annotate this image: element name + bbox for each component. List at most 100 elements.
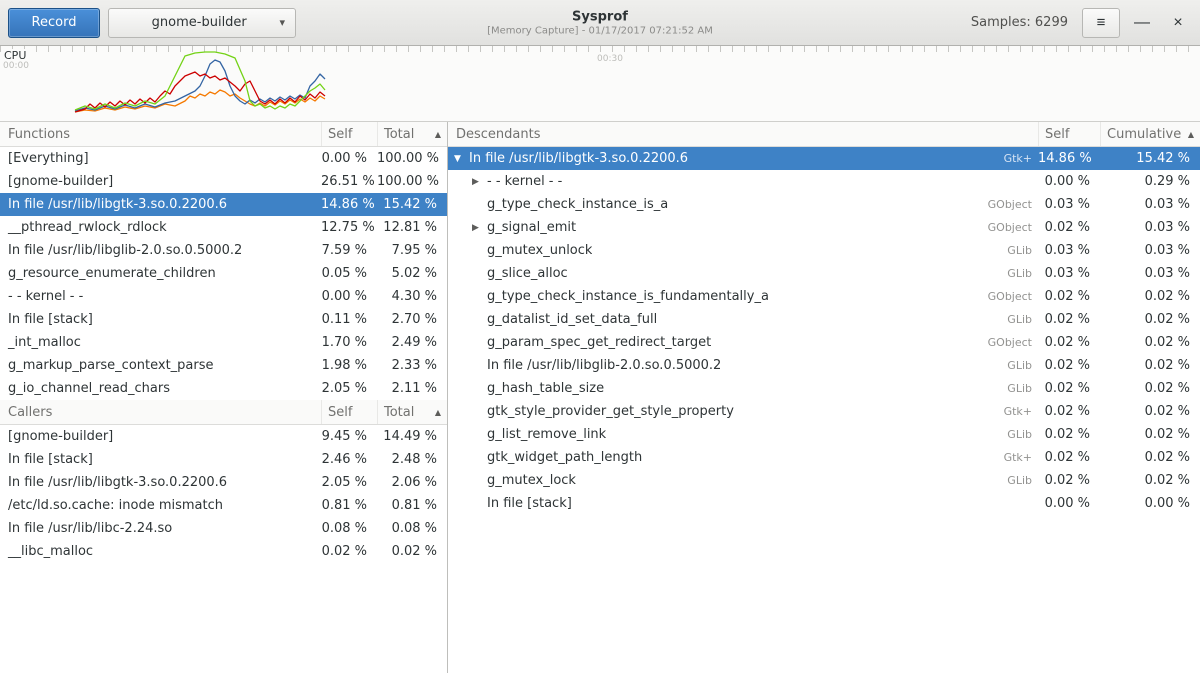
total-percent: 0.81 % (377, 498, 447, 513)
self-percent: 0.03 % (1038, 266, 1100, 281)
descendants-column-header[interactable]: Descendants (448, 122, 964, 146)
total-percent: 0.02 % (1100, 381, 1200, 396)
left-pane: Functions Self Total ▲ [Everything]0.00 … (0, 122, 448, 673)
table-row[interactable]: g_type_check_instance_is_fundamentally_a… (448, 285, 1200, 308)
self-percent: 0.00 % (321, 151, 377, 166)
window-subtitle: [Memory Capture] - 01/17/2017 07:21:52 A… (487, 25, 713, 36)
library-badge: Gtk+ (964, 152, 1038, 165)
process-selector[interactable]: gnome-builder ▾ (108, 8, 296, 38)
table-row[interactable]: ▼In file /usr/lib/libgtk-3.so.0.2200.6Gt… (448, 147, 1200, 170)
window-title: Sysprof (487, 9, 713, 24)
table-row[interactable]: In file [stack]2.46 %2.48 % (0, 448, 447, 471)
self-percent: 0.02 % (1038, 450, 1100, 465)
self-percent: 0.08 % (321, 521, 377, 536)
total-percent: 2.33 % (377, 358, 447, 373)
cpu-graph[interactable]: CPU 00:00 00:30 (0, 46, 1200, 122)
collapse-icon[interactable]: ▼ (454, 154, 469, 164)
table-row[interactable]: g_io_channel_read_chars2.05 %2.11 % (0, 377, 447, 400)
headerbar-title-area: Sysprof [Memory Capture] - 01/17/2017 07… (487, 9, 713, 36)
process-selector-label: gnome-builder (119, 15, 279, 30)
callers-column-header[interactable]: Callers (0, 400, 321, 424)
table-row[interactable]: [Everything]0.00 %100.00 % (0, 147, 447, 170)
table-row[interactable]: g_type_check_instance_is_aGObject0.03 %0… (448, 193, 1200, 216)
table-row[interactable]: In file /usr/lib/libgtk-3.so.0.2200.62.0… (0, 471, 447, 494)
function-name: In file [stack] (0, 452, 321, 467)
function-name: g_list_remove_link (487, 427, 606, 442)
function-name: In file /usr/lib/libglib-2.0.so.0.5000.2 (487, 358, 721, 373)
table-row[interactable]: [gnome-builder]9.45 %14.49 % (0, 425, 447, 448)
descendant-name-cell: ▶g_signal_emit (448, 220, 964, 235)
table-row[interactable]: In file /usr/lib/libgtk-3.so.0.2200.614.… (0, 193, 447, 216)
self-percent: 0.03 % (1038, 197, 1100, 212)
callers-total-column-label: Total (384, 405, 414, 420)
table-row[interactable]: g_param_spec_get_redirect_targetGObject0… (448, 331, 1200, 354)
total-percent: 0.02 % (377, 544, 447, 559)
total-percent: 0.02 % (1100, 427, 1200, 442)
table-row[interactable]: g_resource_enumerate_children0.05 %5.02 … (0, 262, 447, 285)
minimize-icon: — (1134, 14, 1150, 31)
table-row[interactable]: In file [stack]0.11 %2.70 % (0, 308, 447, 331)
self-percent: 2.05 % (321, 475, 377, 490)
self-percent: 1.70 % (321, 335, 377, 350)
right-pane-empty-area (448, 515, 1200, 673)
function-name: In file /usr/lib/libgtk-3.so.0.2200.6 (0, 197, 321, 212)
function-name: In file /usr/lib/libgtk-3.so.0.2200.6 (0, 475, 321, 490)
self-percent: 0.05 % (321, 266, 377, 281)
table-row[interactable]: gtk_style_provider_get_style_propertyGtk… (448, 400, 1200, 423)
function-name: gtk_widget_path_length (487, 450, 642, 465)
self-percent: 0.02 % (1038, 220, 1100, 235)
expand-icon[interactable]: ▶ (472, 223, 487, 233)
function-name: [gnome-builder] (0, 429, 321, 444)
function-name: In file [stack] (487, 496, 572, 511)
functions-total-column-header[interactable]: Total ▲ (377, 122, 447, 146)
headerbar-right: Samples: 6299 ≡ — × (971, 8, 1192, 38)
table-row[interactable]: - - kernel - -0.00 %4.30 % (0, 285, 447, 308)
descendants-category-column-header (964, 122, 1038, 146)
callers-self-column-header[interactable]: Self (321, 400, 377, 424)
table-row[interactable]: _int_malloc1.70 %2.49 % (0, 331, 447, 354)
menu-button[interactable]: ≡ (1082, 8, 1120, 38)
self-percent: 1.98 % (321, 358, 377, 373)
function-name: g_signal_emit (487, 220, 576, 235)
table-row[interactable]: g_hash_table_sizeGLib0.02 %0.02 % (448, 377, 1200, 400)
descendants-self-column-header[interactable]: Self (1038, 122, 1100, 146)
table-row[interactable]: /etc/ld.so.cache: inode mismatch0.81 %0.… (0, 494, 447, 517)
total-percent: 0.02 % (1100, 358, 1200, 373)
table-row[interactable]: g_markup_parse_context_parse1.98 %2.33 % (0, 354, 447, 377)
table-row[interactable]: In file /usr/lib/libglib-2.0.so.0.5000.2… (0, 239, 447, 262)
record-button[interactable]: Record (8, 8, 100, 38)
close-button[interactable]: × (1164, 9, 1192, 37)
table-row[interactable]: [gnome-builder]26.51 %100.00 % (0, 170, 447, 193)
table-row[interactable]: g_datalist_id_set_data_fullGLib0.02 %0.0… (448, 308, 1200, 331)
table-row[interactable]: g_mutex_lockGLib0.02 %0.02 % (448, 469, 1200, 492)
table-row[interactable]: g_mutex_unlockGLib0.03 %0.03 % (448, 239, 1200, 262)
descendant-name-cell: g_param_spec_get_redirect_target (448, 335, 964, 350)
table-row[interactable]: __libc_malloc0.02 %0.02 % (0, 540, 447, 563)
sort-indicator-icon: ▲ (435, 130, 441, 139)
table-row[interactable]: g_slice_allocGLib0.03 %0.03 % (448, 262, 1200, 285)
self-percent: 0.02 % (1038, 358, 1100, 373)
function-name: _int_malloc (0, 335, 321, 350)
table-row[interactable]: In file /usr/lib/libglib-2.0.so.0.5000.2… (448, 354, 1200, 377)
table-row[interactable]: ▶- - kernel - -0.00 %0.29 % (448, 170, 1200, 193)
descendants-cumulative-column-header[interactable]: Cumulative ▲ (1100, 122, 1200, 146)
functions-table: [Everything]0.00 %100.00 %[gnome-builder… (0, 147, 447, 400)
function-name: In file /usr/lib/libglib-2.0.so.0.5000.2 (0, 243, 321, 258)
self-percent: 0.81 % (321, 498, 377, 513)
function-name: g_datalist_id_set_data_full (487, 312, 657, 327)
functions-column-header[interactable]: Functions (0, 122, 321, 146)
library-badge: GLib (964, 267, 1038, 280)
table-row[interactable]: g_list_remove_linkGLib0.02 %0.02 % (448, 423, 1200, 446)
table-row[interactable]: In file /usr/lib/libc-2.24.so0.08 %0.08 … (0, 517, 447, 540)
callers-total-column-header[interactable]: Total ▲ (377, 400, 447, 424)
functions-self-column-header[interactable]: Self (321, 122, 377, 146)
table-row[interactable]: ▶g_signal_emitGObject0.02 %0.03 % (448, 216, 1200, 239)
expand-icon[interactable]: ▶ (472, 177, 487, 187)
table-row[interactable]: __pthread_rwlock_rdlock12.75 %12.81 % (0, 216, 447, 239)
functions-total-column-label: Total (384, 127, 414, 142)
table-row[interactable]: gtk_widget_path_lengthGtk+0.02 %0.02 % (448, 446, 1200, 469)
table-row[interactable]: In file [stack]0.00 %0.00 % (448, 492, 1200, 515)
total-percent: 0.29 % (1100, 174, 1200, 189)
total-percent: 0.02 % (1100, 312, 1200, 327)
minimize-button[interactable]: — (1128, 9, 1156, 37)
